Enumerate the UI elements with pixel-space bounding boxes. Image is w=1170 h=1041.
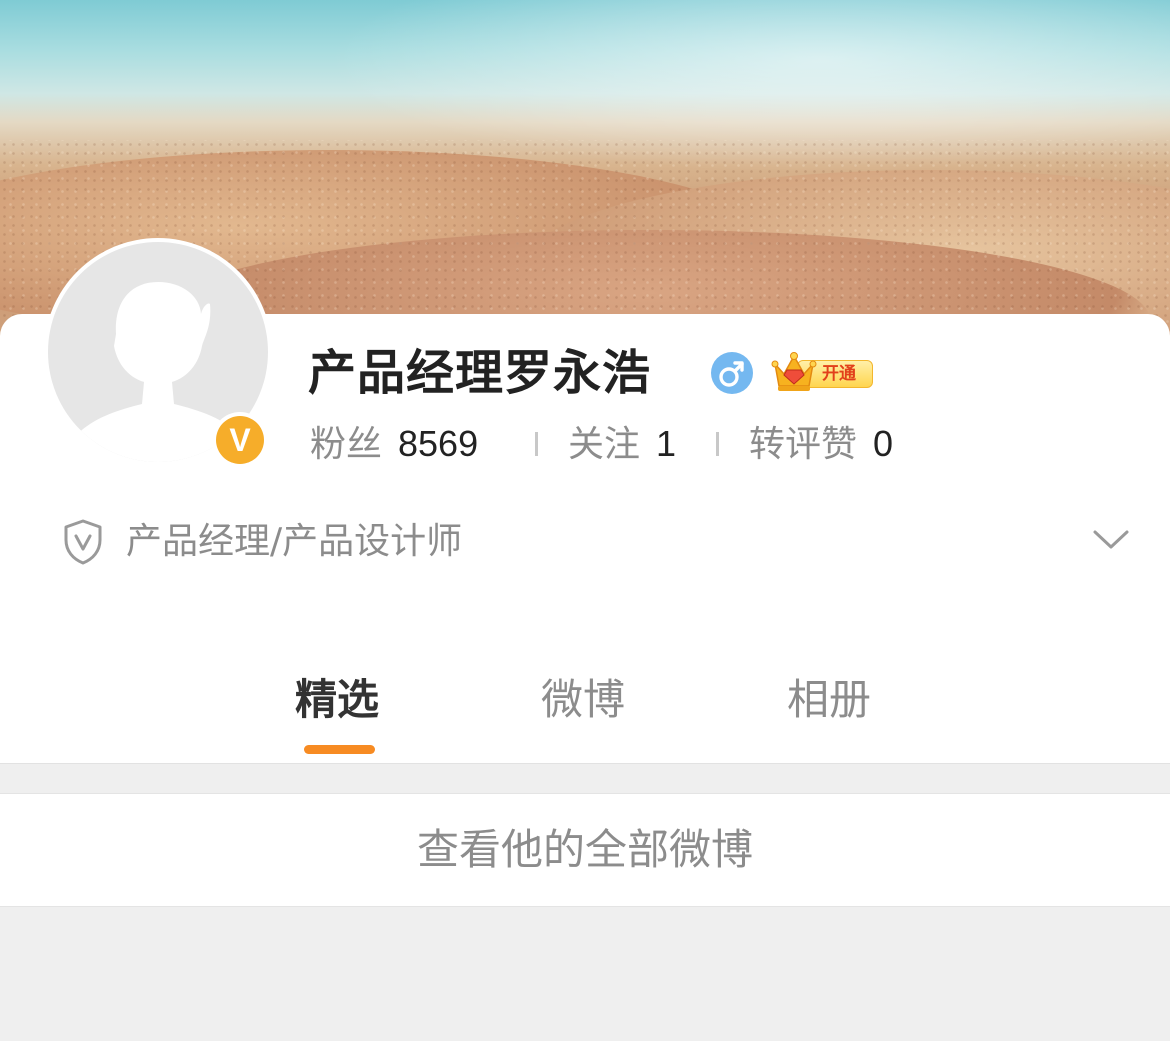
vip-open-button[interactable]: 开通 xyxy=(771,350,875,394)
stat-label: 关注 xyxy=(568,424,641,465)
stat-value: 1 xyxy=(656,423,677,464)
stat-divider xyxy=(535,432,538,456)
stat-followers[interactable]: 粉丝 8569 xyxy=(310,418,478,470)
profile-description-row[interactable]: 产品经理/产品设计师 xyxy=(62,514,1132,570)
tab-album[interactable]: 相册 xyxy=(787,670,871,730)
stat-label: 转评赞 xyxy=(749,424,858,465)
profile-name: 产品经理罗永浩 xyxy=(308,345,652,401)
verified-badge-icon: V xyxy=(212,412,268,468)
section-divider xyxy=(0,763,1170,764)
profile-tabs: 精选 微博 相册 xyxy=(0,660,1170,764)
stat-value: 8569 xyxy=(398,423,479,464)
active-tab-indicator xyxy=(304,745,375,754)
tab-featured[interactable]: 精选 xyxy=(295,670,379,730)
view-all-posts-button[interactable]: 查看他的全部微博 xyxy=(0,793,1170,907)
shield-icon xyxy=(64,519,102,565)
profile-page: V 产品经理罗永浩 开通 粉丝 8569 关注 1 转评赞 0 产品经理/产品设… xyxy=(0,0,1170,1041)
chevron-down-icon[interactable] xyxy=(1092,526,1130,554)
stat-value: 0 xyxy=(873,423,894,464)
stat-following[interactable]: 关注 1 xyxy=(568,418,676,470)
view-all-posts-label: 查看他的全部微博 xyxy=(416,825,753,874)
profile-description: 产品经理/产品设计师 xyxy=(126,521,463,562)
stat-label: 粉丝 xyxy=(310,424,383,465)
tab-weibo[interactable]: 微博 xyxy=(541,670,625,730)
crown-icon xyxy=(771,352,817,391)
vip-label: 开通 xyxy=(822,364,856,384)
stat-interactions[interactable]: 转评赞 0 xyxy=(749,418,893,470)
verified-badge-label: V xyxy=(216,416,264,464)
male-icon xyxy=(711,352,753,394)
stat-divider xyxy=(716,432,719,456)
